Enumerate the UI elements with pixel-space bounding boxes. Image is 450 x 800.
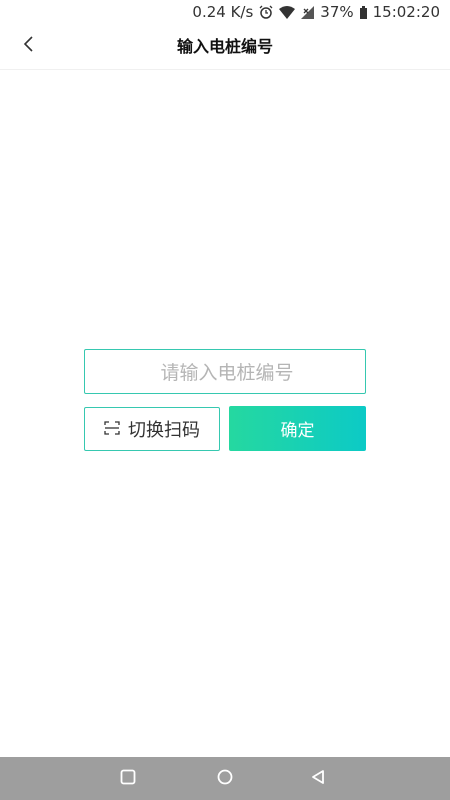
switch-scan-label: 切换扫码	[128, 420, 200, 441]
header-bar: 输入电桩编号	[0, 24, 450, 70]
pile-number-input[interactable]	[85, 350, 369, 395]
status-bar: 0.24 K/s 37% 15:02:20	[0, 0, 450, 24]
confirm-label: 确定	[280, 421, 315, 441]
home-icon	[217, 769, 233, 789]
wifi-icon	[279, 5, 296, 19]
back-icon	[310, 769, 326, 789]
alarm-icon	[259, 5, 273, 19]
clock: 15:02:20	[372, 3, 440, 21]
page-title: 输入电桩编号	[176, 37, 273, 56]
confirm-button[interactable]: 确定	[229, 406, 366, 451]
pile-number-field[interactable]	[84, 349, 369, 395]
battery-level: 37%	[320, 3, 354, 21]
recent-apps-icon	[120, 769, 136, 789]
no-signal-icon	[301, 5, 315, 19]
scan-icon	[104, 419, 120, 440]
switch-scan-button[interactable]: 切换扫码	[84, 407, 220, 451]
home-button[interactable]	[215, 769, 235, 789]
nav-back-button[interactable]	[308, 769, 328, 789]
battery-icon	[359, 5, 367, 19]
system-nav-bar	[0, 757, 450, 800]
network-speed: 0.24 K/s	[192, 3, 254, 21]
recent-apps-button[interactable]	[118, 769, 138, 789]
